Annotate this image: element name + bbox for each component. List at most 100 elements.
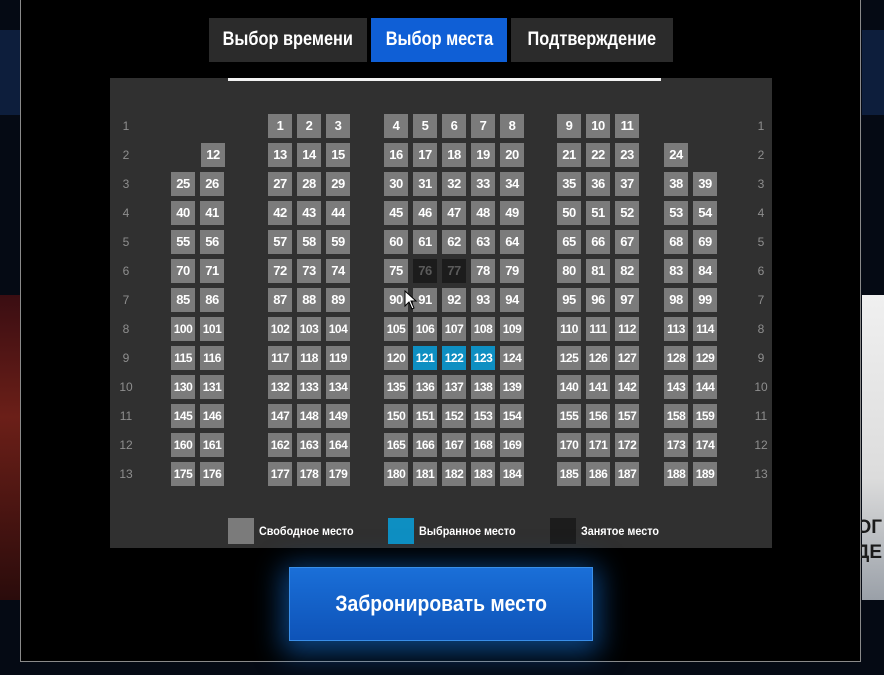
seat-42[interactable]: 42	[268, 201, 292, 225]
seat-85[interactable]: 85	[171, 288, 195, 312]
seat-170[interactable]: 170	[557, 433, 581, 457]
seat-44[interactable]: 44	[326, 201, 350, 225]
seat-146[interactable]: 146	[200, 404, 224, 428]
seat-3[interactable]: 3	[326, 114, 350, 138]
seat-68[interactable]: 68	[664, 230, 688, 254]
seat-67[interactable]: 67	[615, 230, 639, 254]
seat-39[interactable]: 39	[693, 172, 717, 196]
seat-178[interactable]: 178	[297, 462, 321, 486]
seat-73[interactable]: 73	[297, 259, 321, 283]
seat-60[interactable]: 60	[384, 230, 408, 254]
seat-154[interactable]: 154	[500, 404, 524, 428]
tab-confirmation[interactable]: Подтверждение	[511, 18, 673, 62]
seat-33[interactable]: 33	[471, 172, 495, 196]
seat-162[interactable]: 162	[268, 433, 292, 457]
seat-179[interactable]: 179	[326, 462, 350, 486]
seat-95[interactable]: 95	[557, 288, 581, 312]
seat-4[interactable]: 4	[384, 114, 408, 138]
seat-8[interactable]: 8	[500, 114, 524, 138]
seat-141[interactable]: 141	[586, 375, 610, 399]
seat-160[interactable]: 160	[171, 433, 195, 457]
seat-104[interactable]: 104	[326, 317, 350, 341]
seat-111[interactable]: 111	[586, 317, 610, 341]
seat-109[interactable]: 109	[500, 317, 524, 341]
seat-159[interactable]: 159	[693, 404, 717, 428]
seat-119[interactable]: 119	[326, 346, 350, 370]
seat-105[interactable]: 105	[384, 317, 408, 341]
seat-163[interactable]: 163	[297, 433, 321, 457]
seat-29[interactable]: 29	[326, 172, 350, 196]
seat-48[interactable]: 48	[471, 201, 495, 225]
seat-183[interactable]: 183	[471, 462, 495, 486]
seat-161[interactable]: 161	[200, 433, 224, 457]
seat-64[interactable]: 64	[500, 230, 524, 254]
seat-110[interactable]: 110	[557, 317, 581, 341]
seat-165[interactable]: 165	[384, 433, 408, 457]
seat-31[interactable]: 31	[413, 172, 437, 196]
seat-57[interactable]: 57	[268, 230, 292, 254]
seat-56[interactable]: 56	[200, 230, 224, 254]
seat-164[interactable]: 164	[326, 433, 350, 457]
seat-147[interactable]: 147	[268, 404, 292, 428]
seat-142[interactable]: 142	[615, 375, 639, 399]
seat-13[interactable]: 13	[268, 143, 292, 167]
seat-112[interactable]: 112	[615, 317, 639, 341]
seat-143[interactable]: 143	[664, 375, 688, 399]
seat-25[interactable]: 25	[171, 172, 195, 196]
seat-169[interactable]: 169	[500, 433, 524, 457]
seat-106[interactable]: 106	[413, 317, 437, 341]
seat-23[interactable]: 23	[615, 143, 639, 167]
seat-177[interactable]: 177	[268, 462, 292, 486]
seat-72[interactable]: 72	[268, 259, 292, 283]
seat-27[interactable]: 27	[268, 172, 292, 196]
seat-1[interactable]: 1	[268, 114, 292, 138]
seat-182[interactable]: 182	[442, 462, 466, 486]
seat-49[interactable]: 49	[500, 201, 524, 225]
seat-11[interactable]: 11	[615, 114, 639, 138]
seat-135[interactable]: 135	[384, 375, 408, 399]
seat-115[interactable]: 115	[171, 346, 195, 370]
seat-16[interactable]: 16	[384, 143, 408, 167]
seat-138[interactable]: 138	[471, 375, 495, 399]
seat-82[interactable]: 82	[615, 259, 639, 283]
seat-74[interactable]: 74	[326, 259, 350, 283]
seat-43[interactable]: 43	[297, 201, 321, 225]
seat-34[interactable]: 34	[500, 172, 524, 196]
seat-66[interactable]: 66	[586, 230, 610, 254]
seat-36[interactable]: 36	[586, 172, 610, 196]
seat-107[interactable]: 107	[442, 317, 466, 341]
seat-61[interactable]: 61	[413, 230, 437, 254]
seat-144[interactable]: 144	[693, 375, 717, 399]
seat-24[interactable]: 24	[664, 143, 688, 167]
seat-136[interactable]: 136	[413, 375, 437, 399]
seat-173[interactable]: 173	[664, 433, 688, 457]
seat-156[interactable]: 156	[586, 404, 610, 428]
seat-140[interactable]: 140	[557, 375, 581, 399]
seat-47[interactable]: 47	[442, 201, 466, 225]
tab-seat-select[interactable]: Выбор места	[371, 18, 507, 62]
seat-87[interactable]: 87	[268, 288, 292, 312]
tab-time-select[interactable]: Выбор времени	[209, 18, 367, 62]
seat-63[interactable]: 63	[471, 230, 495, 254]
seat-120[interactable]: 120	[384, 346, 408, 370]
seat-187[interactable]: 187	[615, 462, 639, 486]
seat-158[interactable]: 158	[664, 404, 688, 428]
seat-166[interactable]: 166	[413, 433, 437, 457]
seat-126[interactable]: 126	[586, 346, 610, 370]
seat-127[interactable]: 127	[615, 346, 639, 370]
seat-97[interactable]: 97	[615, 288, 639, 312]
seat-5[interactable]: 5	[413, 114, 437, 138]
seat-10[interactable]: 10	[586, 114, 610, 138]
seat-98[interactable]: 98	[664, 288, 688, 312]
seat-83[interactable]: 83	[664, 259, 688, 283]
seat-167[interactable]: 167	[442, 433, 466, 457]
seat-186[interactable]: 186	[586, 462, 610, 486]
seat-148[interactable]: 148	[297, 404, 321, 428]
seat-52[interactable]: 52	[615, 201, 639, 225]
seat-129[interactable]: 129	[693, 346, 717, 370]
seat-86[interactable]: 86	[200, 288, 224, 312]
seat-174[interactable]: 174	[693, 433, 717, 457]
seat-113[interactable]: 113	[664, 317, 688, 341]
seat-20[interactable]: 20	[500, 143, 524, 167]
seat-99[interactable]: 99	[693, 288, 717, 312]
